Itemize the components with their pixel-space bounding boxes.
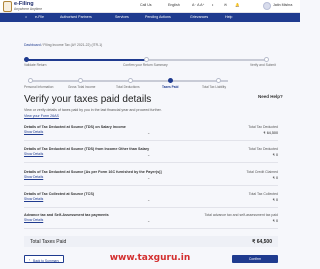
nav-item-services[interactable]: Services xyxy=(115,15,129,19)
substep-taxes-paid-label: Taxes Paid xyxy=(162,85,179,89)
step-confirm-label: Confirm your Return Summary xyxy=(123,63,168,67)
substep-personal-label: Personal Information xyxy=(24,85,54,89)
nav-item-efile[interactable]: e-File xyxy=(35,15,44,19)
user-name[interactable]: Jatin Mishra xyxy=(273,3,292,7)
row-title: Details of Tax Deducted at Source (TDS) … xyxy=(24,147,150,151)
step-confirm-dot xyxy=(144,57,149,62)
row-title: Details of Tax Deducted at Source [As pe… xyxy=(24,170,162,174)
substep-taxes-paid-dot[interactable] xyxy=(168,78,173,83)
nav-item-help[interactable]: Help xyxy=(225,15,232,19)
breadcrumb-path: / Filing Income Tax (AY 2021-22) (ITR-1) xyxy=(40,43,103,47)
row-amount: ₹ 0 xyxy=(272,153,278,157)
substep-personal-dot[interactable] xyxy=(28,78,33,83)
row-amount: ₹ 0 xyxy=(272,219,278,223)
tds-salary-row: Details of Tax Deducted at Source (TDS) … xyxy=(24,124,278,141)
main-nav: ⌂ e-File Authorised Partners Services Pe… xyxy=(0,13,300,22)
total-taxes-paid: Total Taxes Paid ₹ 64,500 xyxy=(24,236,278,247)
row-amount: ₹ 0 xyxy=(272,198,278,202)
show-details-link[interactable]: Show Details xyxy=(24,130,43,134)
row-label: Total Tax Deducted xyxy=(248,125,278,129)
tds-other-row: Details of Tax Deducted at Source (TDS) … xyxy=(24,146,278,163)
tcs-row: Details of Tax Collected at Source (TCS)… xyxy=(24,191,278,208)
total-label: Total Taxes Paid xyxy=(30,239,67,245)
logo-subtitle: Anywhere Anytime xyxy=(14,7,43,11)
row-title: Details of Tax Deducted at Source (TDS) … xyxy=(24,125,126,129)
chevron-down-icon[interactable]: ⌄ xyxy=(147,130,150,135)
language-select[interactable]: English xyxy=(168,3,180,7)
step-verify-dot xyxy=(264,57,269,62)
alert-icon[interactable]: 🔔 xyxy=(235,3,239,7)
substep-liability-dot[interactable] xyxy=(216,78,221,83)
page-title: Verify your taxes paid details xyxy=(24,94,152,105)
step-validate-label: Validate Return xyxy=(24,63,47,67)
advance-tax-row: Advance tax and Self-Assessment tax paym… xyxy=(24,212,278,229)
page-instruction: View or verify details of taxes paid by … xyxy=(24,108,162,112)
nav-item-home[interactable]: ⌂ xyxy=(25,15,27,19)
row-label: Total advance tax and self-assessment ta… xyxy=(204,213,278,217)
substep-deductions-label: Total Deductions xyxy=(116,85,140,89)
show-details-link[interactable]: Show Details xyxy=(24,197,43,201)
chevron-down-icon[interactable]: ⌄ xyxy=(147,152,150,157)
emblem-icon xyxy=(3,1,12,12)
show-details-link[interactable]: Show Details xyxy=(24,152,43,156)
nav-item-grievances[interactable]: Grievances xyxy=(190,15,208,19)
show-details-link[interactable]: Show Details xyxy=(24,218,43,222)
nav-item-authorised-partners[interactable]: Authorised Partners xyxy=(60,15,92,19)
stepper-line-pending xyxy=(148,59,266,61)
breadcrumb: Dashboard / Filing Income Tax (AY 2021-2… xyxy=(24,43,102,47)
row-label: Total Tax Deducted xyxy=(248,147,278,151)
substep-gross-label: Gross Total Income xyxy=(68,85,96,89)
notification-icon[interactable]: ✉ xyxy=(224,3,227,7)
substep-deductions-dot[interactable] xyxy=(128,78,133,83)
row-label: Total Credit Claimed xyxy=(246,170,278,174)
watermark-text: www.taxguru.in xyxy=(109,253,191,263)
chevron-down-icon[interactable]: ⌄ xyxy=(147,218,150,223)
font-size-toggle[interactable]: A⁻ A A⁺ xyxy=(192,3,204,7)
nav-item-pending-actions[interactable]: Pending Actions xyxy=(145,15,171,19)
efiling-logo[interactable]: e-Filing Anywhere Anytime xyxy=(3,1,61,12)
top-header: e-Filing Anywhere Anytime Call Us Englis… xyxy=(0,0,300,13)
row-title: Details of Tax Collected at Source (TCS) xyxy=(24,192,95,196)
view-form-26as-link[interactable]: View your Form 26AS xyxy=(24,114,59,118)
row-amount: ₹ 0 xyxy=(272,176,278,180)
show-details-link[interactable]: Show Details xyxy=(24,175,43,179)
header-tools: Call Us English A⁻ A A⁺ ◐ ✉ 🔔 Jatin Mish… xyxy=(140,2,300,11)
main-stepper: Validate Return Confirm your Return Summ… xyxy=(24,57,276,73)
call-us-link[interactable]: Call Us xyxy=(140,3,152,7)
sub-stepper: Personal Information Gross Total Income … xyxy=(24,78,276,92)
tds-16c-row: Details of Tax Deducted at Source [As pe… xyxy=(24,169,278,186)
help-link[interactable]: Need Help? xyxy=(258,94,283,99)
avatar[interactable] xyxy=(263,2,271,10)
substep-gross-dot[interactable] xyxy=(78,78,83,83)
chevron-down-icon[interactable]: ⌄ xyxy=(147,197,150,202)
row-amount: ₹ 64,500 xyxy=(263,131,278,135)
breadcrumb-dashboard[interactable]: Dashboard xyxy=(24,43,41,47)
contrast-toggle[interactable]: ◐ xyxy=(212,3,214,7)
stepper-line-done xyxy=(28,59,146,61)
substep-liability-label: Total Tax Liability xyxy=(202,85,227,89)
step-validate-dot xyxy=(24,57,29,62)
step-verify-label: Verify and Submit xyxy=(250,63,276,67)
row-label: Total Tax Collected xyxy=(248,192,278,196)
row-title: Advance tax and Self-Assessment tax paym… xyxy=(24,213,109,217)
total-amount: ₹ 64,500 xyxy=(252,239,272,245)
chevron-down-icon[interactable]: ⌄ xyxy=(147,175,150,180)
